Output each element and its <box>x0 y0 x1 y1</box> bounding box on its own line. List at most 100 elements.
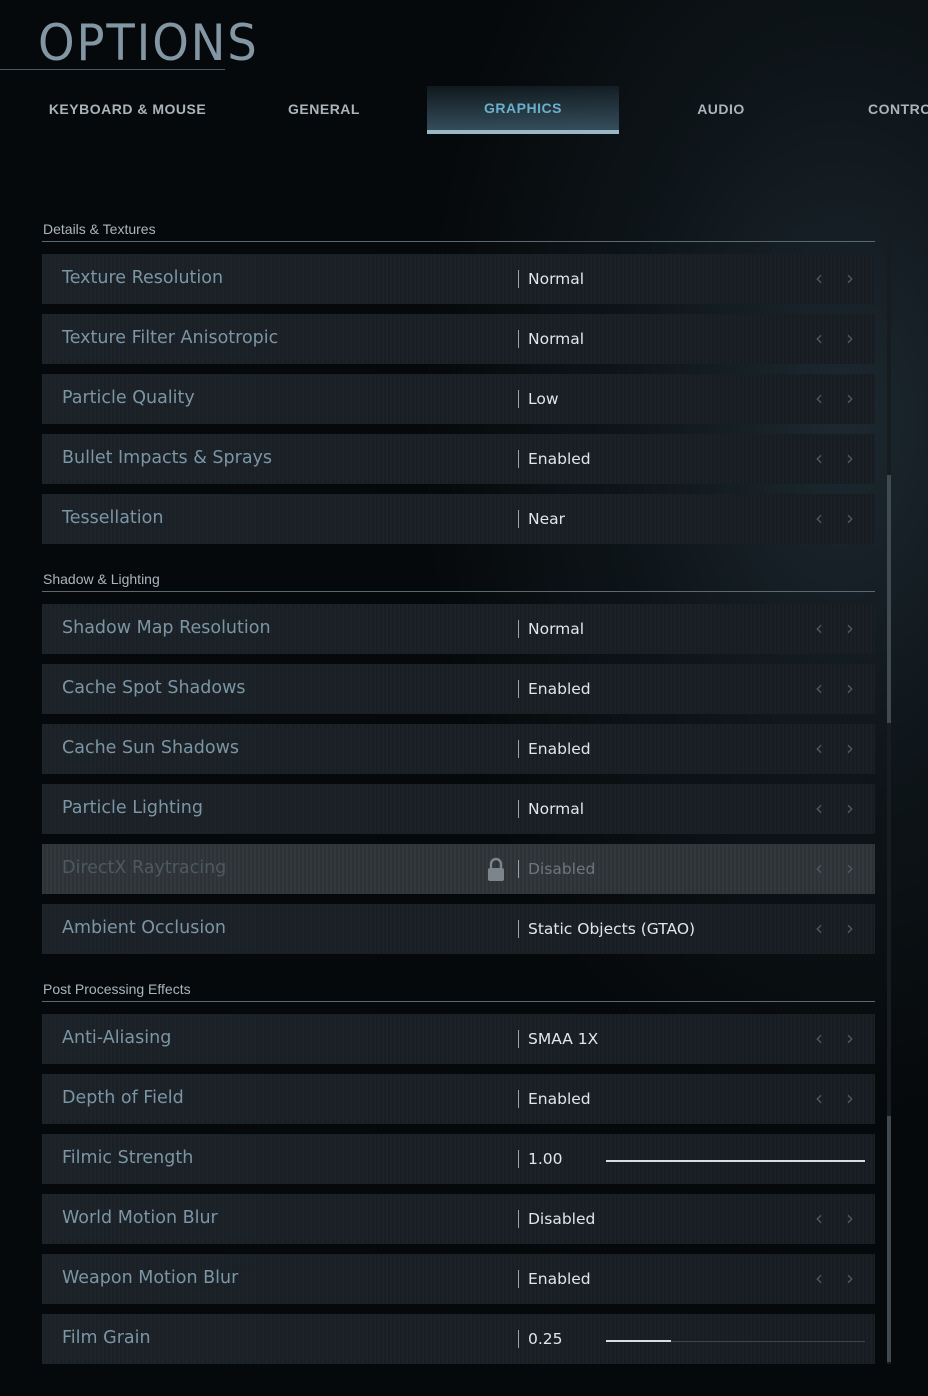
setting-value: Enabled <box>528 450 591 468</box>
chevron-left-icon[interactable]: ‹ <box>811 1026 827 1050</box>
setting-row[interactable]: Weapon Motion Blur Enabled ‹ › <box>42 1254 875 1304</box>
chevron-right-icon[interactable]: › <box>842 266 858 290</box>
chevron-left-icon[interactable]: ‹ <box>811 1086 827 1110</box>
setting-label: Texture Filter Anisotropic <box>62 328 279 348</box>
value-divider <box>518 620 519 638</box>
setting-row[interactable]: Cache Spot Shadows Enabled ‹ › <box>42 664 875 714</box>
setting-slider[interactable] <box>606 1160 865 1162</box>
chevron-left-icon[interactable]: ‹ <box>811 386 827 410</box>
setting-label: Bullet Impacts & Sprays <box>62 448 273 468</box>
chevron-left-icon[interactable]: ‹ <box>811 1266 827 1290</box>
setting-slider[interactable] <box>606 1340 865 1342</box>
chevron-right-icon[interactable]: › <box>842 796 858 820</box>
section-title: Post Processing Effects <box>43 981 191 997</box>
value-divider <box>518 1330 519 1348</box>
lock-icon <box>486 857 506 887</box>
chevron-right-icon[interactable]: › <box>842 1266 858 1290</box>
setting-value: Enabled <box>528 1270 591 1288</box>
chevron-left-icon: ‹ <box>815 856 823 880</box>
setting-label: Ambient Occlusion <box>62 918 227 938</box>
chevron-right-icon[interactable]: › <box>842 616 858 640</box>
setting-row[interactable]: Texture Resolution Normal ‹ › <box>42 254 875 304</box>
chevron-right-icon[interactable]: › <box>842 1026 858 1050</box>
setting-label: Texture Resolution <box>62 268 224 288</box>
section-title: Details & Textures <box>43 221 156 237</box>
setting-label: Depth of Field <box>62 1088 184 1108</box>
scrollbar-thumb-lower[interactable] <box>887 1116 891 1362</box>
chevron-left-icon[interactable]: ‹ <box>811 676 827 700</box>
chevron-right-icon[interactable]: › <box>842 676 858 700</box>
setting-value: 0.25 <box>528 1330 563 1348</box>
slider-fill <box>606 1340 671 1342</box>
value-divider <box>518 1090 519 1108</box>
setting-row[interactable]: Film Grain 0.25 <box>42 1314 875 1364</box>
setting-value: Normal <box>528 330 585 348</box>
setting-row[interactable]: Texture Filter Anisotropic Normal ‹ › <box>42 314 875 364</box>
setting-value: Enabled <box>528 1090 591 1108</box>
chevron-left-icon[interactable]: ‹ <box>811 1206 827 1230</box>
tab-controller[interactable]: CONTRO <box>868 86 928 132</box>
chevron-left-icon[interactable]: ‹ <box>811 326 827 350</box>
setting-label: Film Grain <box>62 1328 151 1348</box>
section-header: Shadow & Lighting <box>42 569 875 592</box>
setting-row[interactable]: Bullet Impacts & Sprays Enabled ‹ › <box>42 434 875 484</box>
chevron-left-icon[interactable]: ‹ <box>811 446 827 470</box>
chevron-left-icon[interactable]: ‹ <box>811 796 827 820</box>
value-divider <box>518 450 519 468</box>
setting-row[interactable]: World Motion Blur Disabled ‹ › <box>42 1194 875 1244</box>
chevron-left-icon[interactable]: ‹ <box>811 916 827 940</box>
setting-label: DirectX Raytracing <box>62 858 227 878</box>
chevron-left-icon[interactable]: ‹ <box>811 506 827 530</box>
setting-row[interactable]: Tessellation Near ‹ › <box>42 494 875 544</box>
setting-value: Disabled <box>528 1210 596 1228</box>
chevron-left-icon[interactable]: ‹ <box>811 736 827 760</box>
setting-label: Shadow Map Resolution <box>62 618 271 638</box>
chevron-right-icon[interactable]: › <box>842 386 858 410</box>
setting-value: Static Objects (GTAO) <box>528 920 696 938</box>
chevron-right-icon[interactable]: › <box>842 446 858 470</box>
page-title: OPTIONS <box>38 14 259 72</box>
value-divider <box>518 1270 519 1288</box>
setting-row[interactable]: Cache Sun Shadows Enabled ‹ › <box>42 724 875 774</box>
value-divider <box>518 800 519 818</box>
value-divider <box>518 1210 519 1228</box>
setting-row[interactable]: Particle Lighting Normal ‹ › <box>42 784 875 834</box>
setting-row[interactable]: Particle Quality Low ‹ › <box>42 374 875 424</box>
tab-graphics[interactable]: GRAPHICS <box>427 86 619 134</box>
slider-fill <box>606 1160 865 1162</box>
chevron-left-icon[interactable]: ‹ <box>811 266 827 290</box>
setting-row[interactable]: Filmic Strength 1.00 <box>42 1134 875 1184</box>
chevron-right-icon[interactable]: › <box>842 506 858 530</box>
setting-value: SMAA 1X <box>528 1030 599 1048</box>
setting-value: Normal <box>528 620 585 638</box>
chevron-right-icon: › <box>846 856 854 880</box>
chevron-right-icon[interactable]: › <box>842 916 858 940</box>
setting-value: Disabled <box>528 860 596 878</box>
setting-row[interactable]: Shadow Map Resolution Normal ‹ › <box>42 604 875 654</box>
chevron-left-icon[interactable]: ‹ <box>811 616 827 640</box>
setting-label: Cache Spot Shadows <box>62 678 246 698</box>
setting-value: Normal <box>528 800 585 818</box>
setting-value: Enabled <box>528 680 591 698</box>
chevron-right-icon[interactable]: › <box>842 326 858 350</box>
tab-audio[interactable]: AUDIO <box>625 86 817 132</box>
value-divider <box>518 860 519 878</box>
setting-value: Enabled <box>528 740 591 758</box>
setting-label: Anti-Aliasing <box>62 1028 172 1048</box>
section-header: Details & Textures <box>42 219 875 242</box>
chevron-right-icon[interactable]: › <box>842 1086 858 1110</box>
setting-label: Cache Sun Shadows <box>62 738 240 758</box>
setting-row[interactable]: Ambient Occlusion Static Objects (GTAO) ‹ › <box>42 904 875 954</box>
setting-row[interactable]: Anti-Aliasing SMAA 1X ‹ › <box>42 1014 875 1064</box>
setting-label: Filmic Strength <box>62 1148 194 1168</box>
setting-row[interactable]: Depth of Field Enabled ‹ › <box>42 1074 875 1124</box>
chevron-right-icon[interactable]: › <box>842 1206 858 1230</box>
setting-label: Particle Quality <box>62 388 195 408</box>
scrollbar-thumb[interactable] <box>887 475 891 723</box>
chevron-right-icon[interactable]: › <box>842 736 858 760</box>
tab-general[interactable]: GENERAL <box>228 86 420 132</box>
tab-keyboard-mouse[interactable]: KEYBOARD & MOUSE <box>30 86 225 132</box>
value-divider <box>518 390 519 408</box>
title-underline <box>0 69 225 70</box>
setting-label: Tessellation <box>62 508 164 528</box>
